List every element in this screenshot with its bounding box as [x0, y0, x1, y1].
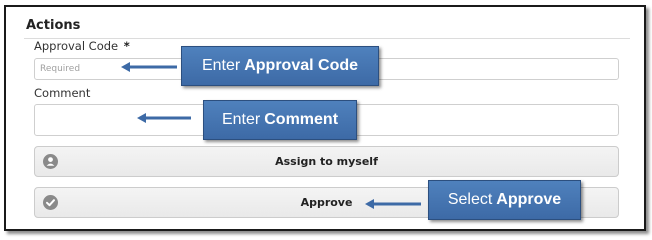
comment-label: Comment — [34, 86, 91, 100]
assign-to-myself-label: Assign to myself — [275, 155, 378, 168]
callout-enter-comment: Enter Comment — [203, 100, 357, 140]
required-mark: * — [123, 39, 130, 53]
callout-select-approve: Select Approve — [428, 180, 581, 220]
callout-enter-approval-code: Enter Approval Code — [181, 46, 379, 86]
callout-bold: Approve — [496, 191, 562, 208]
callout-bold: Approval Code — [244, 57, 359, 74]
arrow-left-icon — [365, 199, 421, 209]
callout-bold: Comment — [264, 111, 339, 128]
callout-prefix: Enter — [201, 57, 241, 74]
callout-prefix: Select — [447, 191, 493, 208]
approval-code-label: Approval Code * — [34, 39, 130, 53]
section-title: Actions — [26, 18, 81, 33]
arrow-left-icon — [121, 62, 177, 72]
approval-code-label-text: Approval Code — [34, 39, 119, 53]
callout-prefix: Enter — [221, 111, 261, 128]
approval-code-placeholder: Required — [40, 64, 81, 74]
assign-to-myself-button[interactable]: Assign to myself — [34, 146, 619, 177]
arrow-left-icon — [137, 113, 191, 123]
